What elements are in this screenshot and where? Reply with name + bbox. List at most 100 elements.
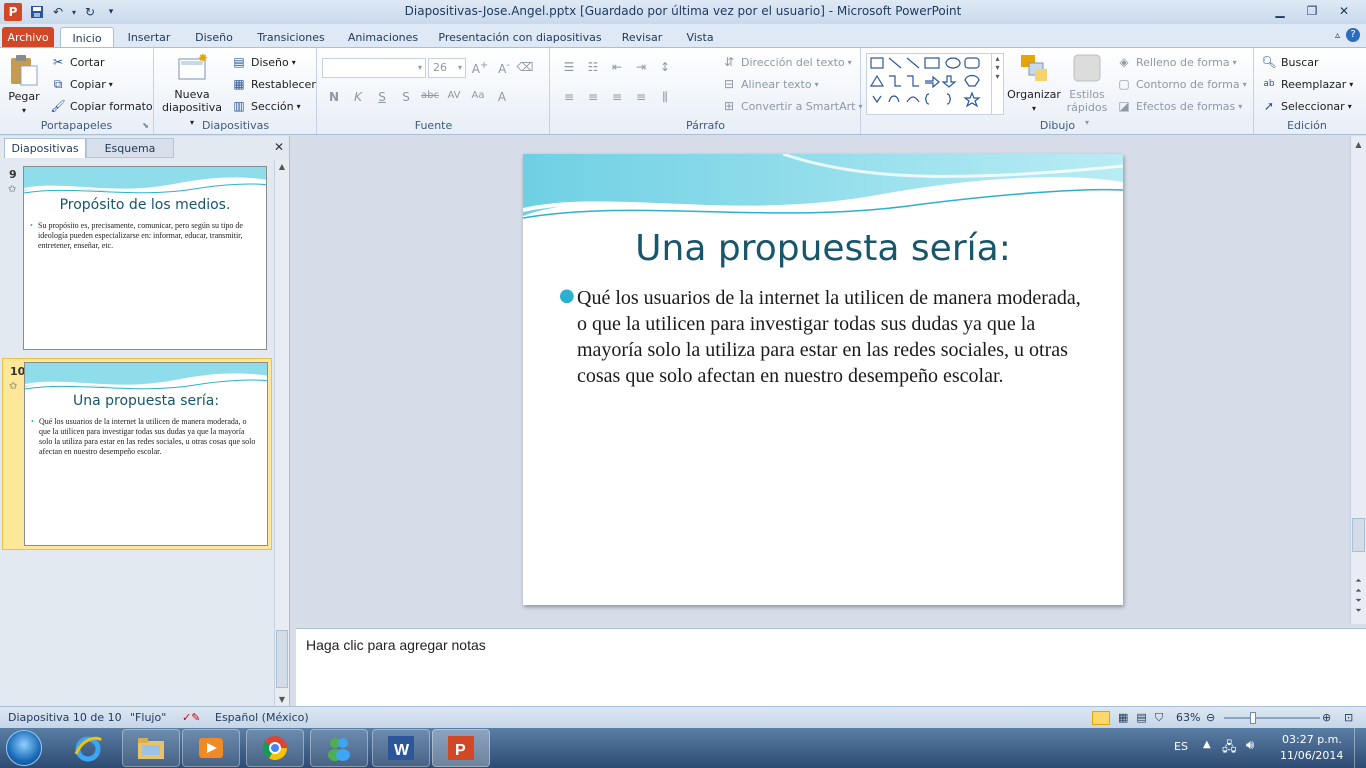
restablecer-button[interactable]: ▦ Restablecer xyxy=(231,76,316,92)
line-spacing-icon[interactable]: ↕ xyxy=(653,60,677,74)
zoom-in-icon[interactable]: ⊕ xyxy=(1322,711,1331,724)
slideshow-icon[interactable]: ⛉ xyxy=(1155,711,1163,725)
increase-indent-icon[interactable]: ⇥ xyxy=(629,60,653,74)
close-panel-icon[interactable]: ✕ xyxy=(274,140,284,154)
scroll-down-icon[interactable]: ▼ xyxy=(275,695,289,704)
scroll-up-icon[interactable]: ▲ xyxy=(275,162,289,171)
copiar-button[interactable]: ⧉ Copiar ▾ xyxy=(50,76,113,92)
slide-body-text[interactable]: Qué los usuarios de la internet la utili… xyxy=(577,285,1092,389)
slide-thumbnail-10[interactable]: 10 ✩ Una propuesta sería: Qué los usuari… xyxy=(2,358,272,550)
direccion-texto-button[interactable]: ⇵ Dirección del texto ▾ xyxy=(721,54,852,70)
nueva-diapositiva-button[interactable]: ✸ Nueva diapositiva ▾ xyxy=(159,52,225,129)
change-case-icon[interactable]: Aa xyxy=(466,90,490,104)
language-indicator[interactable]: Español (México) xyxy=(215,711,309,724)
slide-sorter-icon[interactable]: ▦ xyxy=(1118,711,1128,725)
internet-explorer-icon[interactable] xyxy=(62,732,114,766)
network-icon[interactable]: 🖧︎ xyxy=(1222,738,1237,760)
tab-presentacion[interactable]: Presentación con diapositivas xyxy=(434,27,606,48)
reemplazar-button[interactable]: ab Reemplazar ▾ xyxy=(1261,76,1353,92)
powerpoint-taskbar-icon[interactable]: P xyxy=(432,729,490,767)
seleccionar-button[interactable]: ➚ Seleccionar ▾ xyxy=(1261,98,1352,114)
cortar-button[interactable]: ✂ Cortar xyxy=(50,54,105,70)
zoom-slider[interactable] xyxy=(1224,712,1320,724)
font-name-combo[interactable]: ▾ xyxy=(322,58,426,78)
tab-archivo[interactable]: Archivo xyxy=(2,27,54,48)
clock-date[interactable]: 11/06/2014 xyxy=(1280,749,1343,762)
font-color-icon[interactable]: A xyxy=(490,90,514,104)
restore-icon[interactable]: ❐ xyxy=(1296,2,1328,20)
copiar-formato-button[interactable]: 🖌 Copiar formato xyxy=(50,98,152,114)
bullets-icon[interactable]: ☰ xyxy=(557,60,581,74)
zoom-level[interactable]: 63% xyxy=(1176,711,1200,724)
notes-pane[interactable]: Haga clic para agregar notas xyxy=(296,628,1366,706)
zoom-slider-thumb[interactable] xyxy=(1250,712,1256,724)
minimize-icon[interactable]: ▁ xyxy=(1264,2,1296,20)
numbering-icon[interactable]: ☷ xyxy=(581,60,605,74)
clock-time[interactable]: 03:27 p.m. xyxy=(1282,733,1342,746)
italic-icon[interactable]: K xyxy=(346,90,370,104)
contorno-forma-button[interactable]: ▢ Contorno de forma ▾ xyxy=(1116,76,1246,92)
tab-inicio[interactable]: Inicio xyxy=(60,27,114,48)
media-player-icon[interactable] xyxy=(182,729,240,767)
char-spacing-icon[interactable]: AV xyxy=(442,90,466,104)
normal-view-icon[interactable] xyxy=(1092,711,1110,725)
pegar-button[interactable]: Pegar ▾ xyxy=(6,54,42,117)
underline-icon[interactable]: S xyxy=(370,90,394,104)
show-desktop-button[interactable] xyxy=(1354,728,1366,768)
alinear-texto-button[interactable]: ⊟ Alinear texto ▾ xyxy=(721,76,819,92)
clear-format-icon[interactable]: ⌫ xyxy=(516,60,534,76)
align-right-icon[interactable]: ≡ xyxy=(605,90,629,105)
tab-diseno[interactable]: Diseño xyxy=(186,27,242,48)
grow-font-icon[interactable]: A+ xyxy=(468,60,492,76)
shrink-font-icon[interactable]: A- xyxy=(492,60,516,76)
slide-title[interactable]: Una propuesta sería: xyxy=(523,228,1123,269)
scrollbar-thumb[interactable] xyxy=(276,630,288,688)
input-language[interactable]: ES xyxy=(1174,740,1188,753)
dialog-launcher-icon[interactable]: ⬊ xyxy=(142,121,149,130)
tab-vista[interactable]: Vista xyxy=(676,27,724,48)
bold-icon[interactable]: N xyxy=(322,90,346,104)
scroll-up-icon[interactable]: ▲ xyxy=(1351,140,1366,149)
shapes-gallery-scroll[interactable]: ▴ ▾ ▾ xyxy=(991,54,1003,114)
tab-insertar[interactable]: Insertar xyxy=(120,27,178,48)
estilos-rapidos-button[interactable]: Estilos rápidos ▾ xyxy=(1064,52,1110,129)
notes-placeholder[interactable]: Haga clic para agregar notas xyxy=(306,637,486,653)
relleno-forma-button[interactable]: ◈ Relleno de forma ▾ xyxy=(1116,54,1236,70)
seccion-button[interactable]: ▥ Sección ▾ xyxy=(231,98,300,114)
current-slide[interactable]: Una propuesta sería: ● Qué los usuarios … xyxy=(523,154,1123,605)
start-button-icon[interactable] xyxy=(6,730,42,766)
minimize-ribbon-icon[interactable]: ▵ xyxy=(1335,30,1340,41)
convertir-smartart-button[interactable]: ⊞ Convertir a SmartArt ▾ xyxy=(721,98,863,114)
tab-revisar[interactable]: Revisar xyxy=(614,27,670,48)
file-explorer-icon[interactable] xyxy=(122,729,180,767)
chrome-icon[interactable] xyxy=(246,729,304,767)
next-slide-icon[interactable]: ⏷ ⏷ xyxy=(1351,596,1366,616)
font-size-combo[interactable]: 26 ▾ xyxy=(428,58,466,78)
fit-slide-icon[interactable]: ⊡ xyxy=(1344,711,1353,724)
close-icon[interactable]: ✕ xyxy=(1328,2,1360,20)
buscar-button[interactable]: 🔍︎ Buscar xyxy=(1261,54,1318,70)
tab-diapositivas-panel[interactable]: Diapositivas xyxy=(4,138,86,158)
tab-transiciones[interactable]: Transiciones xyxy=(250,27,332,48)
tab-esquema-panel[interactable]: Esquema xyxy=(86,138,174,158)
shapes-gallery[interactable]: ▴ ▾ ▾ xyxy=(866,53,1004,115)
organizar-button[interactable]: Organizar ▾ xyxy=(1006,52,1062,115)
prev-slide-icon[interactable]: ⏶ ⏶ xyxy=(1351,576,1366,596)
volume-icon[interactable]: 🔊︎ xyxy=(1246,738,1254,753)
slide-thumbnail-9[interactable]: 9 ✩ Propósito de los medios. Su propósit… xyxy=(2,162,272,354)
zoom-out-icon[interactable]: ⊖ xyxy=(1206,711,1215,724)
efectos-formas-button[interactable]: ◪ Efectos de formas ▾ xyxy=(1116,98,1242,114)
tab-animaciones[interactable]: Animaciones xyxy=(340,27,426,48)
show-hidden-icons[interactable]: ▲ xyxy=(1203,739,1211,750)
slide-scrollbar[interactable]: ▲ ⏶ ⏶ ⏷ ⏷ xyxy=(1350,136,1366,624)
shadow-icon[interactable]: S xyxy=(394,90,418,104)
diseno-button[interactable]: ▤ Diseño ▾ xyxy=(231,54,295,70)
columns-icon[interactable]: ⫼ xyxy=(653,90,677,105)
word-icon[interactable]: W xyxy=(372,729,430,767)
messenger-icon[interactable] xyxy=(310,729,368,767)
panel-scrollbar[interactable]: ▲ ▼ xyxy=(274,160,289,706)
strikethrough-icon[interactable]: abc xyxy=(418,90,442,104)
scrollbar-thumb[interactable] xyxy=(1352,518,1365,552)
align-left-icon[interactable]: ≡ xyxy=(557,90,581,105)
spellcheck-icon[interactable]: ✓✎ xyxy=(182,711,200,724)
